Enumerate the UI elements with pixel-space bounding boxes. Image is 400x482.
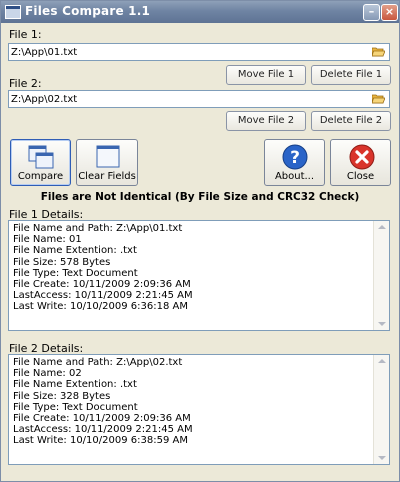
detail-line: File Name Extention: .txt — [13, 379, 137, 391]
detail-line: File Name and Path: Z:\App\02.txt — [13, 357, 183, 368]
about-button[interactable]: ? About... — [264, 139, 325, 186]
scroll-down-icon[interactable] — [378, 322, 386, 326]
detail-line: File Create: 10/11/2009 2:09:36 AM — [13, 413, 191, 425]
close-window-button[interactable]: × — [381, 4, 398, 21]
compare-label: Compare — [17, 171, 64, 182]
move-file2-button[interactable]: Move File 2 — [226, 111, 306, 131]
detail-line: Last Write: 10/10/2009 6:36:18 AM — [13, 301, 188, 313]
detail-line: LastAccess: 10/11/2009 2:21:45 AM — [13, 424, 193, 436]
file2-path-input[interactable] — [11, 92, 361, 106]
file2-details-scrollbar[interactable] — [373, 355, 389, 464]
detail-line: File Name Extention: .txt — [13, 245, 137, 257]
close-button[interactable]: Close — [330, 139, 391, 186]
scroll-up-icon[interactable] — [378, 225, 386, 229]
detail-line: File Size: 328 Bytes — [13, 390, 111, 402]
minimize-button[interactable]: – — [363, 4, 380, 21]
scroll-up-icon[interactable] — [378, 359, 386, 363]
app-window: Files Compare 1.1 – × File 1: Move File … — [0, 0, 400, 482]
app-window-icon — [5, 5, 21, 19]
clear-fields-label: Clear Fields — [78, 171, 136, 182]
close-label: Close — [346, 171, 375, 182]
file1-path-field[interactable] — [8, 43, 390, 61]
file1-details-scrollbar[interactable] — [373, 221, 389, 330]
file1-label: File 1: — [9, 28, 42, 41]
detail-line: File Create: 10/11/2009 2:09:36 AM — [13, 279, 191, 291]
file1-path-input[interactable] — [11, 45, 361, 59]
detail-line: File Name: 02 — [13, 368, 82, 380]
detail-line: File Name: 01 — [13, 234, 82, 246]
detail-line: File Size: 578 Bytes — [13, 256, 111, 268]
detail-line: File Type: Text Document — [13, 267, 138, 279]
open-folder-icon[interactable] — [372, 46, 385, 57]
clear-fields-button[interactable]: Clear Fields — [76, 139, 138, 186]
detail-line: LastAccess: 10/11/2009 2:21:45 AM — [13, 290, 193, 302]
file1-details-textbox[interactable]: File Name and Path: Z:\App\01.txt File N… — [8, 220, 390, 331]
window-title: Files Compare 1.1 — [25, 4, 151, 18]
close-x-icon — [349, 144, 375, 170]
about-label: About... — [274, 171, 315, 182]
compare-button[interactable]: Compare — [10, 139, 71, 186]
title-bar[interactable]: Files Compare 1.1 – × — [1, 1, 399, 23]
delete-file2-button[interactable]: Delete File 2 — [311, 111, 391, 131]
file2-path-field[interactable] — [8, 90, 390, 108]
blank-window-icon — [96, 145, 120, 168]
help-question-icon: ? — [282, 144, 308, 170]
detail-line: File Type: Text Document — [13, 401, 138, 413]
delete-file1-button[interactable]: Delete File 1 — [311, 65, 391, 85]
compare-windows-icon — [28, 145, 54, 169]
file2-label: File 2: — [9, 77, 42, 90]
file2-details-lines: File Name and Path: Z:\App\02.txt File N… — [13, 357, 373, 447]
scroll-down-icon[interactable] — [378, 456, 386, 460]
open-folder-icon[interactable] — [372, 93, 385, 104]
file2-details-textbox[interactable]: File Name and Path: Z:\App\02.txt File N… — [8, 354, 390, 465]
comparison-status: Files are Not Identical (By File Size an… — [40, 191, 360, 203]
detail-line: File Name and Path: Z:\App\01.txt — [13, 223, 183, 234]
svg-text:?: ? — [290, 148, 300, 168]
file1-details-lines: File Name and Path: Z:\App\01.txt File N… — [13, 223, 373, 313]
move-file1-button[interactable]: Move File 1 — [226, 65, 306, 85]
detail-line: Last Write: 10/10/2009 6:38:59 AM — [13, 435, 188, 447]
